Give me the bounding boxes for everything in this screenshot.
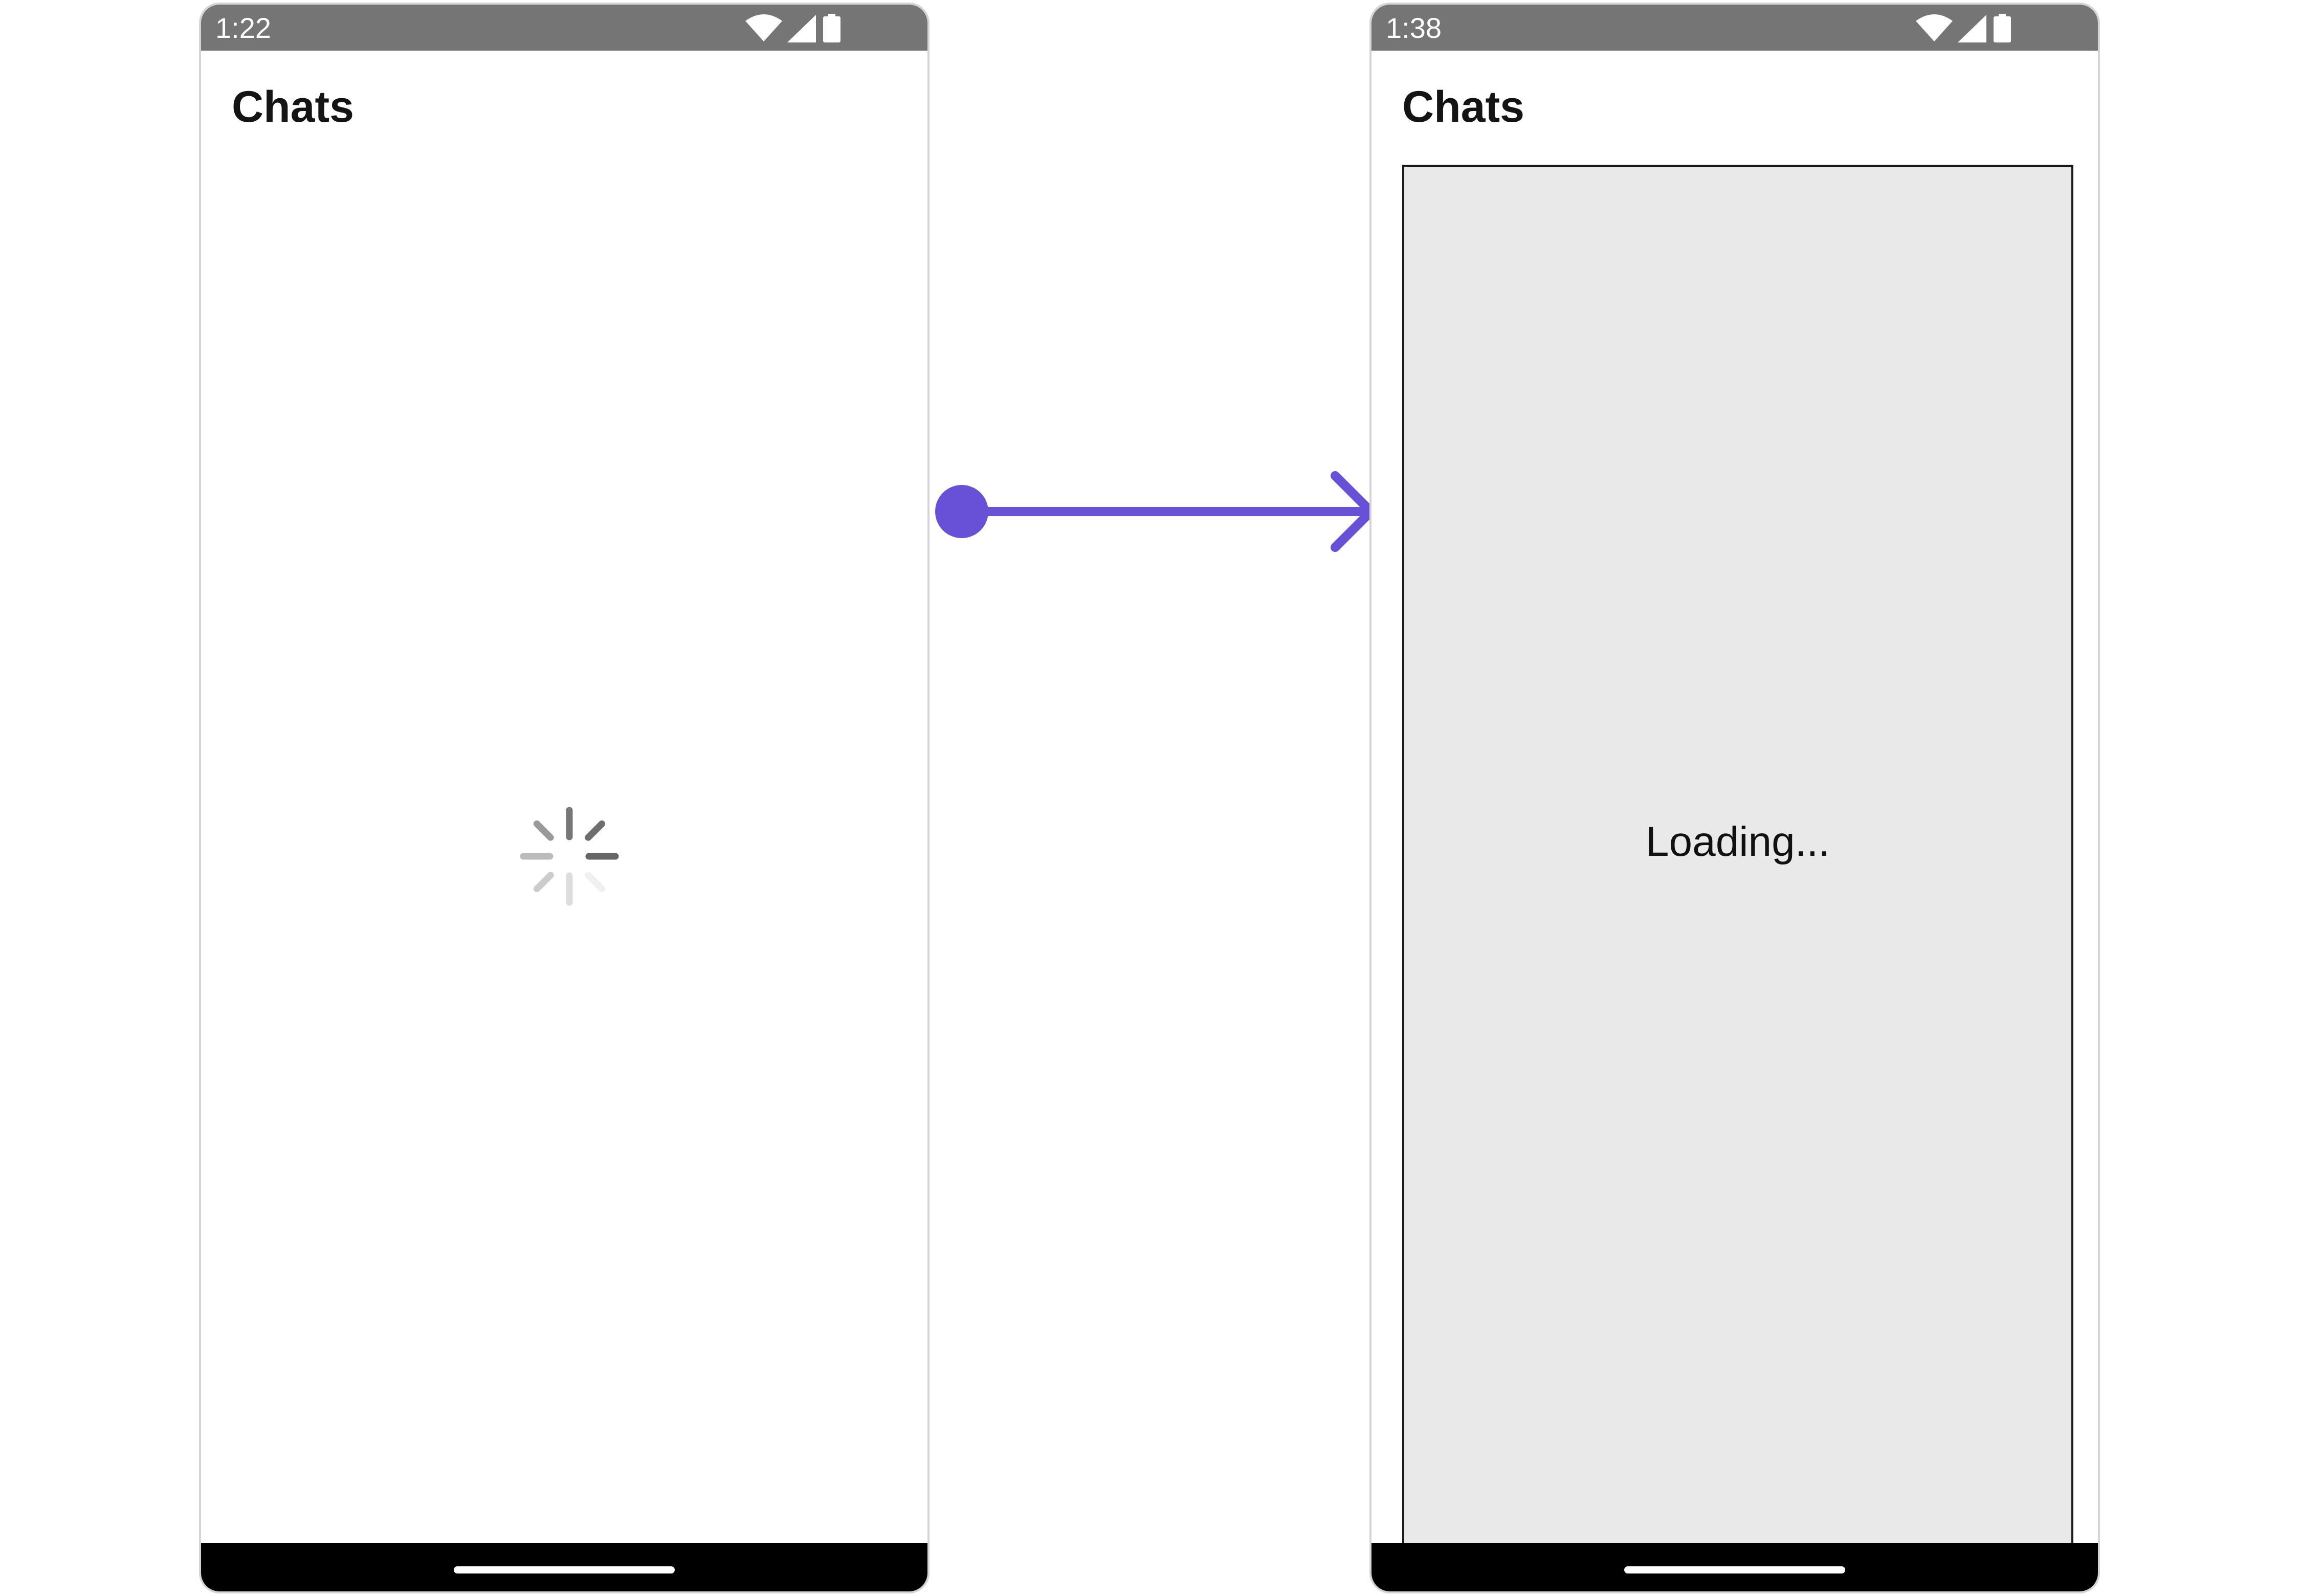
- cellular-signal-icon: [1958, 15, 1986, 42]
- loading-text: Loading...: [1645, 818, 1830, 865]
- wifi-icon: [1916, 14, 1953, 42]
- loading-spinner-icon: [520, 807, 619, 906]
- home-gesture-handle[interactable]: [1624, 1566, 1845, 1573]
- battery-icon: [823, 14, 840, 42]
- page-title: Chats: [1402, 82, 1524, 131]
- navigation-bar: [201, 1543, 927, 1591]
- status-bar: 1:22: [201, 5, 927, 51]
- status-time: 1:22: [215, 12, 271, 44]
- custom-loading-view: Loading...: [1402, 165, 2073, 1552]
- wifi-icon: [745, 14, 782, 42]
- status-icons: [1916, 14, 2049, 42]
- phone-screen-default-loading: 1:22 Chats: [199, 3, 930, 1593]
- phone-screen-custom-loading: 1:38 Chats Loading...: [1369, 3, 2100, 1593]
- navigation-bar: [1371, 1543, 2098, 1591]
- status-icons: [745, 14, 878, 42]
- cellular-signal-icon: [787, 15, 816, 42]
- home-gesture-handle[interactable]: [454, 1566, 675, 1573]
- status-bar: 1:38: [1371, 5, 2098, 51]
- status-time: 1:38: [1386, 12, 1442, 44]
- page-title: Chats: [232, 82, 354, 131]
- battery-icon: [1994, 14, 2011, 42]
- arrow-right-icon: [935, 471, 1376, 552]
